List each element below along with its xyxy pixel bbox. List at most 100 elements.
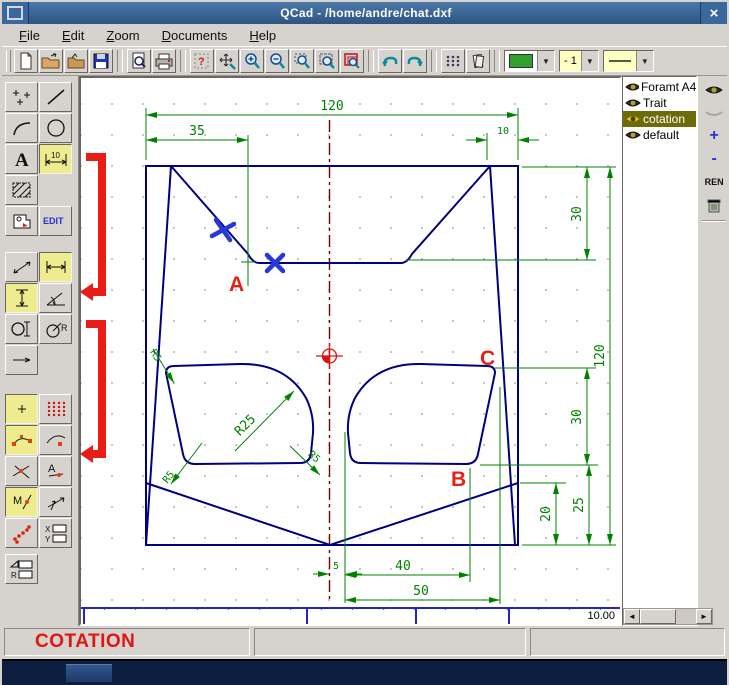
snap-distance-button[interactable] <box>5 518 38 548</box>
snap-middle-button[interactable]: M <box>5 487 38 517</box>
open-file-button[interactable] <box>39 49 63 73</box>
line-style-select[interactable]: ▼ <box>603 50 654 72</box>
eye-icon[interactable] <box>625 81 639 93</box>
new-file-button[interactable] <box>14 49 38 73</box>
eye-open-icon <box>705 84 723 96</box>
title-bar[interactable]: QCad - /home/andre/chat.dxf × <box>2 2 727 24</box>
eye-icon[interactable] <box>625 113 641 125</box>
menu-documents[interactable]: Documents <box>153 26 237 45</box>
dim-angular-icon <box>43 287 69 309</box>
coord-xy-button[interactable]: XY <box>39 518 72 548</box>
zoom-in-icon <box>243 52 261 70</box>
show-all-layers-button[interactable] <box>703 82 725 98</box>
add-layer-button[interactable]: + <box>703 128 725 144</box>
rename-layer-button[interactable]: REN <box>703 174 725 190</box>
text-tool-button[interactable]: A <box>5 144 38 174</box>
scroll-right-button[interactable]: ► <box>696 609 712 624</box>
circle-tool-button[interactable] <box>39 113 72 143</box>
snap-entity-button[interactable] <box>39 425 72 455</box>
arc-tool-button[interactable] <box>5 113 38 143</box>
save-button[interactable] <box>89 49 113 73</box>
hatch-tool-icon <box>9 179 35 201</box>
snap-free-button[interactable] <box>5 394 38 424</box>
svg-text:A: A <box>15 150 29 170</box>
dim-angular-button[interactable] <box>39 283 72 313</box>
line-width-value: - 1 <box>560 55 581 67</box>
leader-arrow-button[interactable] <box>5 345 38 375</box>
print-button[interactable] <box>152 49 176 73</box>
pan-zoom-button[interactable] <box>215 49 239 73</box>
toolbar-grip[interactable] <box>6 50 11 72</box>
zoom-window-button[interactable] <box>290 49 314 73</box>
menu-bar: File Edit Zoom Documents Help <box>2 24 727 47</box>
label-b: B <box>451 468 466 491</box>
scroll-left-button[interactable]: ◄ <box>624 609 640 624</box>
menu-help[interactable]: Help <box>240 26 285 45</box>
delete-layer-button[interactable] <box>703 197 725 213</box>
eye-closed-icon <box>705 107 723 119</box>
line-tool-button[interactable] <box>39 82 72 112</box>
undo-button[interactable] <box>378 49 402 73</box>
color-select[interactable]: ▼ <box>504 50 555 72</box>
status-panel-mode: COTATION <box>4 628 250 656</box>
zoom-out-button[interactable] <box>265 49 289 73</box>
open-folder-icon <box>41 52 61 70</box>
zoom-auto-button[interactable] <box>315 49 339 73</box>
snap-auto-button[interactable]: A <box>39 456 72 486</box>
layer-row-default[interactable]: default <box>623 127 696 143</box>
layer-row-format[interactable]: Foramt A4 <box>623 79 696 95</box>
close-button[interactable]: × <box>700 2 727 24</box>
redraw-icon: ? <box>193 52 211 70</box>
layer-buttons-strip: + - REN <box>697 76 729 626</box>
line-width-select[interactable]: - 1▼ <box>559 50 599 72</box>
new-file-icon <box>17 52 35 70</box>
drawing-canvas[interactable]: 120 35 10 30 120 30 25 20 5 40 50 R5 R5 … <box>79 76 622 626</box>
snap-grid-button[interactable] <box>39 394 72 424</box>
eye-icon[interactable] <box>625 129 641 141</box>
point-tool-button[interactable] <box>5 82 38 112</box>
edit-mode-button[interactable]: EDIT <box>39 206 72 236</box>
dim-120-right: 120 <box>593 344 608 367</box>
taskbar-button[interactable] <box>66 664 112 682</box>
layer-row-trait[interactable]: Trait <box>623 95 696 111</box>
window-title: QCad - /home/andre/chat.dxf <box>32 2 700 24</box>
leader-arrow-icon <box>9 349 35 371</box>
snap-intersection-button[interactable] <box>5 456 38 486</box>
import-button[interactable] <box>64 49 88 73</box>
dim-aligned-button[interactable] <box>5 252 38 282</box>
dim-horizontal-button[interactable] <box>39 252 72 282</box>
zoom-out-icon <box>268 52 286 70</box>
redo-button[interactable] <box>403 49 427 73</box>
system-menu-button[interactable] <box>2 2 29 24</box>
snap-restrict-button[interactable] <box>39 487 72 517</box>
eye-icon[interactable] <box>625 97 641 109</box>
coord-polar-button[interactable]: R <box>5 554 38 584</box>
hatch-tool-button[interactable] <box>5 175 38 205</box>
zoom-previous-button[interactable] <box>340 49 364 73</box>
dim-vertical-button[interactable] <box>5 283 38 313</box>
layer-list[interactable]: Foramt A4 Trait cotation default <box>622 76 697 626</box>
zoom-in-button[interactable] <box>240 49 264 73</box>
redo-icon <box>405 52 425 70</box>
snap-endpoint-button[interactable] <box>5 425 38 455</box>
dim-diameter-button[interactable] <box>5 314 38 344</box>
redraw-button[interactable]: ? <box>190 49 214 73</box>
grid-toggle-button[interactable] <box>441 49 465 73</box>
menu-edit[interactable]: Edit <box>53 26 93 45</box>
grid-dots <box>81 78 620 607</box>
drawing-area[interactable]: 120 35 10 30 120 30 25 20 5 40 50 R5 R5 … <box>81 78 620 607</box>
scrollbar-thumb[interactable] <box>640 609 676 624</box>
svg-text:A: A <box>48 463 56 475</box>
shape-edit-tool-button[interactable] <box>5 206 38 236</box>
layer-list-hscrollbar[interactable]: ◄ ► <box>623 608 713 625</box>
hide-all-layers-button[interactable] <box>703 105 725 121</box>
draft-toggle-button[interactable] <box>466 49 490 73</box>
ruler-tick <box>508 609 510 624</box>
layer-row-cotation[interactable]: cotation <box>623 111 696 127</box>
remove-layer-button[interactable]: - <box>703 151 725 167</box>
menu-file[interactable]: File <box>10 26 49 45</box>
print-preview-button[interactable] <box>127 49 151 73</box>
dim-radius-button[interactable]: R <box>39 314 72 344</box>
menu-zoom[interactable]: Zoom <box>97 26 148 45</box>
dimension-tool-button[interactable]: 10 <box>39 144 72 174</box>
